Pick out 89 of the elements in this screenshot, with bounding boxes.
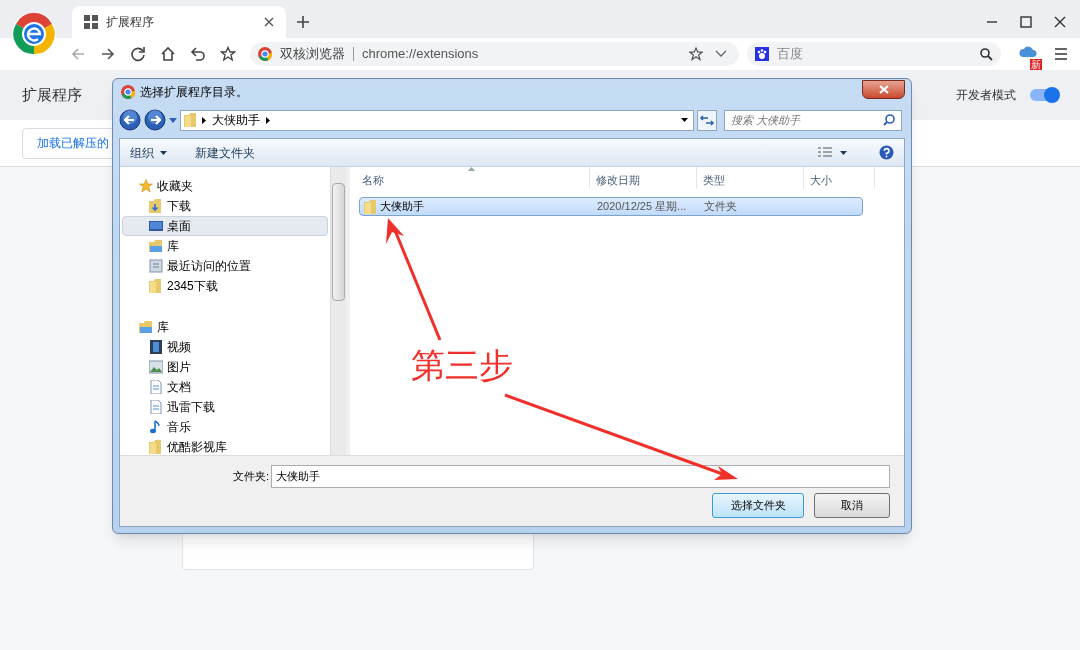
home-icon[interactable] bbox=[160, 46, 176, 62]
annotation-text: 第三步 bbox=[411, 345, 513, 385]
close-button[interactable] bbox=[862, 79, 905, 99]
picture-icon bbox=[149, 360, 163, 374]
folder-name-field[interactable]: 大侠助手 bbox=[271, 465, 890, 488]
file-row[interactable]: 大侠助手 2020/12/25 星期... 文件夹 bbox=[359, 197, 863, 216]
folder-icon bbox=[149, 279, 163, 293]
forward-icon[interactable] bbox=[100, 46, 116, 62]
paw-icon bbox=[754, 47, 769, 61]
download-icon bbox=[149, 199, 163, 213]
star-icon[interactable] bbox=[688, 47, 703, 61]
nav-item[interactable]: 视频 bbox=[122, 337, 328, 357]
new-badge: 新 bbox=[1030, 59, 1042, 70]
document-icon bbox=[149, 400, 163, 414]
url-text: chrome://extensions bbox=[362, 45, 480, 64]
search-placeholder: 百度 bbox=[776, 45, 804, 64]
nav-item[interactable]: 迅雷下载 bbox=[122, 397, 328, 417]
star-icon[interactable] bbox=[220, 46, 236, 62]
address-breadcrumb[interactable]: 大侠助手 bbox=[180, 109, 694, 131]
close-icon[interactable] bbox=[264, 17, 274, 27]
caret-down-icon[interactable] bbox=[681, 118, 688, 122]
toolbar-button[interactable]: 新建文件夹 bbox=[195, 143, 255, 162]
table-cell-text: 大侠助手 bbox=[380, 199, 424, 215]
organize-menu[interactable]: 组织 bbox=[130, 143, 167, 162]
nav-item[interactable]: 图片 bbox=[122, 357, 328, 377]
nav-item[interactable]: 优酷影视库 bbox=[122, 437, 328, 457]
browser-logo-icon bbox=[258, 47, 272, 61]
desktop-icon bbox=[149, 219, 163, 233]
table-cell-text: 文件夹 bbox=[704, 199, 737, 215]
folder-icon bbox=[149, 440, 163, 454]
browser-logo-icon bbox=[121, 85, 135, 99]
caret-right-icon bbox=[202, 116, 206, 124]
forward-icon[interactable] bbox=[144, 109, 166, 131]
developer-mode-label: 开发者模式 bbox=[956, 87, 1016, 104]
breadcrumb-item[interactable]: 大侠助手 bbox=[212, 111, 260, 129]
sort-arrow-icon bbox=[468, 167, 475, 171]
nav-item[interactable]: 2345下载 bbox=[122, 276, 328, 296]
search-field[interactable]: 搜索 大侠助手 bbox=[724, 109, 902, 131]
caret-down-icon bbox=[160, 150, 167, 155]
star-icon bbox=[139, 179, 153, 193]
video-icon bbox=[149, 340, 163, 354]
nav-item[interactable]: 下载 bbox=[122, 196, 328, 216]
nav-item[interactable]: 文档 bbox=[122, 377, 328, 397]
close-icon bbox=[878, 84, 889, 94]
undo-icon[interactable] bbox=[190, 46, 206, 62]
new-tab-icon[interactable] bbox=[296, 15, 310, 29]
nav-item[interactable]: 库 bbox=[122, 317, 328, 337]
recent-icon bbox=[149, 259, 163, 273]
table-cell-text: 2020/12/25 星期... bbox=[597, 199, 687, 215]
folder-icon bbox=[364, 199, 376, 214]
nav-item[interactable]: 最近访问的位置 bbox=[122, 256, 328, 276]
address-bar[interactable]: 双核浏览器 chrome://extensions bbox=[250, 42, 739, 66]
browser-tab[interactable]: 扩展程序 bbox=[72, 6, 286, 38]
column-header[interactable]: 修改日期 bbox=[590, 167, 697, 189]
caret-down-icon[interactable] bbox=[840, 150, 847, 155]
help-icon[interactable] bbox=[879, 145, 894, 160]
select-folder-button[interactable]: 选择文件夹 bbox=[712, 493, 804, 518]
folder-icon bbox=[184, 113, 196, 127]
back-icon[interactable] bbox=[119, 109, 141, 131]
column-header[interactable]: 大小 bbox=[804, 167, 875, 189]
nav-item[interactable]: 桌面 bbox=[122, 216, 328, 236]
search-icon[interactable] bbox=[883, 114, 895, 126]
nav-item[interactable]: 音乐 bbox=[122, 417, 328, 437]
caret-right-icon bbox=[266, 116, 270, 124]
cancel-button[interactable]: 取消 bbox=[814, 493, 890, 518]
page-title: 扩展程序 bbox=[22, 84, 82, 105]
developer-mode-toggle[interactable] bbox=[1030, 89, 1058, 101]
scrollbar[interactable] bbox=[330, 167, 346, 455]
chevron-down-icon[interactable] bbox=[714, 50, 727, 58]
library-icon bbox=[149, 239, 163, 253]
document-icon bbox=[149, 380, 163, 394]
maximize-icon[interactable] bbox=[1020, 16, 1032, 28]
search-icon[interactable] bbox=[979, 47, 993, 61]
music-icon bbox=[149, 420, 163, 434]
library-icon bbox=[139, 320, 153, 334]
folder-label: 文件夹: bbox=[233, 469, 270, 485]
cloud-icon[interactable] bbox=[1018, 44, 1037, 58]
browser-name: 双核浏览器 bbox=[280, 45, 345, 64]
menu-icon[interactable] bbox=[1054, 48, 1068, 60]
reload-icon[interactable] bbox=[130, 46, 146, 62]
refresh-icon[interactable] bbox=[697, 109, 717, 131]
column-header[interactable]: 类型 bbox=[697, 167, 804, 189]
browser-logo-icon[interactable] bbox=[12, 12, 56, 56]
grid-icon bbox=[84, 15, 98, 29]
nav-item[interactable]: 库 bbox=[122, 236, 328, 256]
search-placeholder: 搜索 大侠助手 bbox=[731, 112, 802, 128]
dialog-title: 选择扩展程序目录。 bbox=[140, 84, 249, 101]
nav-item[interactable]: 收藏夹 bbox=[122, 176, 328, 196]
close-icon[interactable] bbox=[1054, 16, 1066, 28]
